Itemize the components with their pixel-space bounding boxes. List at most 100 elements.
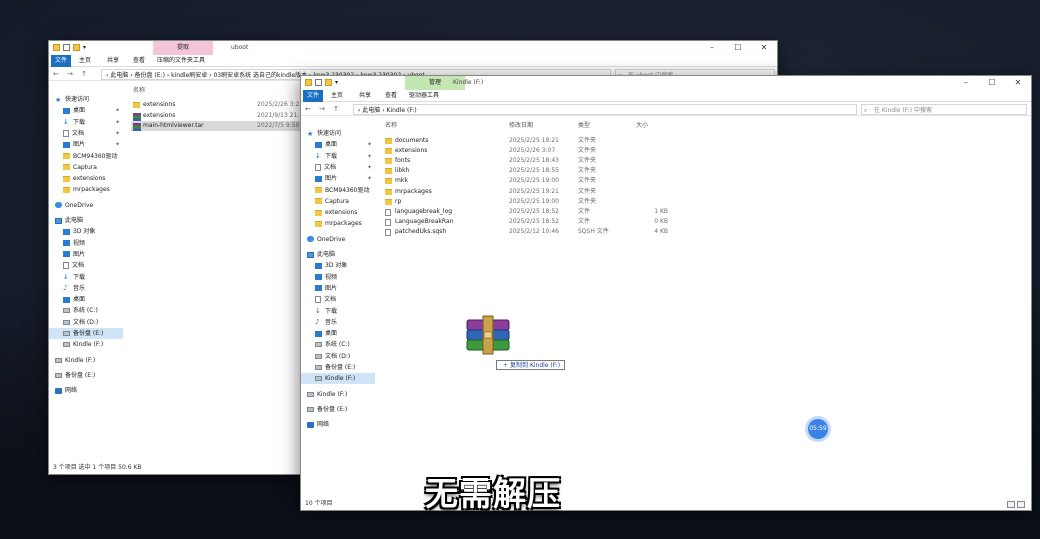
title-bar[interactable]: ▾ 提取 uboot – ☐ ✕ [49,41,777,55]
column-header-date[interactable]: 修改日期 [509,121,533,131]
column-header-type[interactable]: 类型 [578,121,590,131]
nav-item-7[interactable]: mrpackages [49,184,123,195]
nav-quick-access[interactable]: ★ 快速访问 [49,94,123,105]
nav-backup-drive[interactable]: 备份盘 (E:) [301,404,375,415]
nav-pc-item-1[interactable]: 视频 [49,238,123,249]
nav-pc-item-3[interactable]: 文档 [49,260,123,271]
nav-pc-item-6[interactable]: 桌面 [49,294,123,305]
nav-pc-item-0[interactable]: 3D 对象 [49,226,123,237]
tab-drive-tools[interactable]: 驱动器工具 [405,90,443,102]
nav-pc-item-7[interactable]: 系统 (C:) [301,339,375,350]
tab-share[interactable]: 共享 [103,55,123,67]
column-header-name[interactable]: 名称 [133,86,145,96]
nav-item-2[interactable]: 文档 ✦ [301,162,375,173]
tab-home[interactable]: 主页 [327,90,347,102]
nav-item-5[interactable]: Captura [49,162,123,173]
nav-pc-item-10[interactable]: Kindle (F:) [49,339,123,350]
winrar-archive-icon[interactable] [465,314,511,356]
explorer-window-kindle[interactable]: ▾ 管理 Kindle (F:) – ☐ ✕ 文件 主页 共享 查看 驱动器工具… [300,75,1032,511]
dropdown-icon[interactable]: ▾ [83,44,86,51]
tab-home[interactable]: 主页 [75,55,95,67]
recording-timer-badge[interactable]: 05:59 [808,419,828,439]
nav-pc-item-9[interactable]: 备份盘 (E:) [301,362,375,373]
close-icon[interactable]: ✕ [751,41,777,55]
table-row[interactable]: fonts 2025/2/25 18:43 文件夹 [383,156,673,166]
nav-pc-item-10[interactable]: Kindle (F:) [301,373,375,385]
maximize-icon[interactable]: ☐ [725,41,751,55]
nav-item-0[interactable]: 桌面 ✦ [49,105,123,116]
nav-pc-item-5[interactable]: ♪ 音乐 [49,283,123,294]
nav-item-7[interactable]: mrpackages [301,218,375,229]
nav-pc-item-4[interactable]: ↓ 下载 [301,306,375,317]
nav-this-pc[interactable]: 此电脑 [301,249,375,260]
close-icon[interactable]: ✕ [1005,76,1031,90]
nav-item-2[interactable]: 文档 ✦ [49,128,123,139]
tab-view[interactable]: 查看 [381,90,401,102]
checkbox-icon[interactable] [315,79,322,86]
table-row[interactable]: extensions 2025/2/26 3:07 文件夹 [383,146,673,156]
table-row[interactable]: mrpackages 2025/2/25 19:21 文件夹 [383,187,673,197]
nav-pc-item-1[interactable]: 视频 [301,272,375,283]
nav-item-1[interactable]: ↓ 下载 ✦ [49,117,123,128]
nav-item-1[interactable]: ↓ 下载 ✦ [301,151,375,162]
table-row[interactable]: rp 2025/2/25 19:00 文件夹 [383,197,673,207]
nav-network[interactable]: 网络 [49,385,123,396]
nav-kindle-drive[interactable]: Kindle (F:) [301,389,375,400]
address-path[interactable]: › 此电脑 › Kindle (F:) [353,104,857,115]
column-header-size[interactable]: 大小 [636,121,648,131]
nav-this-pc[interactable]: 此电脑 [49,215,123,226]
minimize-icon[interactable]: – [699,41,725,55]
nav-kindle-drive[interactable]: Kindle (F:) [49,355,123,366]
table-row[interactable]: mkk 2025/2/25 19:00 文件夹 [383,176,673,186]
nav-onedrive[interactable]: OneDrive [301,234,375,245]
nav-item-4[interactable]: BCM94360驱动 [301,185,375,196]
tab-file[interactable]: 文件 [303,90,324,102]
tab-view[interactable]: 查看 [129,55,149,67]
nav-item-6[interactable]: extensions [301,207,375,218]
tab-compressed-folder-tools[interactable]: 压缩的文件夹工具 [153,55,209,67]
minimize-icon[interactable]: – [953,76,979,90]
nav-pc-item-4[interactable]: ↓ 下载 [49,272,123,283]
context-tab-extract[interactable]: 提取 [153,41,213,55]
nav-pc-item-0[interactable]: 3D 对象 [301,260,375,271]
details-view-icon[interactable] [1007,501,1015,508]
tab-share[interactable]: 共享 [355,90,375,102]
new-folder-icon[interactable] [73,44,80,51]
checkbox-icon[interactable] [63,44,70,51]
table-row[interactable]: patchedUks.sqsh 2025/2/12 10:46 SQSH 文件 4 K… [383,227,673,237]
nav-pc-item-6[interactable]: 桌面 [301,328,375,339]
tab-file[interactable]: 文件 [51,55,72,67]
nav-pc-item-7[interactable]: 系统 (C:) [49,305,123,316]
nav-backup-drive[interactable]: 备份盘 (E:) [49,370,123,381]
large-icons-view-icon[interactable] [1017,501,1025,508]
new-folder-icon[interactable] [325,79,332,86]
nav-buttons[interactable]: ← → ↑ [53,68,90,81]
table-row[interactable]: languagebreak_log 2025/2/25 18:52 文件 1 KB [383,207,673,217]
nav-item-6[interactable]: extensions [49,173,123,184]
nav-item-3[interactable]: 图片 ✦ [49,139,123,150]
nav-pc-item-2[interactable]: 图片 [49,249,123,260]
nav-pc-item-5[interactable]: ♪ 音乐 [301,317,375,328]
nav-item-4[interactable]: BCM94360驱动 [49,151,123,162]
maximize-icon[interactable]: ☐ [979,76,1005,90]
nav-quick-access[interactable]: ★ 快速访问 [301,128,375,139]
dropdown-icon[interactable]: ▾ [335,79,338,86]
nav-pc-item-8[interactable]: 文档 (D:) [49,317,123,328]
nav-pc-item-9[interactable]: 备份盘 (E:) [49,328,123,339]
nav-onedrive[interactable]: OneDrive [49,200,123,211]
nav-pc-item-8[interactable]: 文档 (D:) [301,351,375,362]
nav-network[interactable]: 网络 [301,419,375,430]
column-header-name[interactable]: 名称 [385,121,397,131]
title-bar[interactable]: ▾ 管理 Kindle (F:) – ☐ ✕ [301,76,1031,90]
nav-pc-item-3[interactable]: 文档 [301,294,375,305]
table-row[interactable]: extensions 2025/2/26 3:28 [131,100,303,110]
search-input[interactable]: ⌕ 在 Kindle (F:) 中搜索 [861,104,1027,115]
table-row[interactable]: main-htmlviewer.tar 2022/7/5 9:50 [131,121,301,131]
nav-buttons[interactable]: ← → ↑ [305,103,342,116]
table-row[interactable]: libkh 2025/2/25 18:55 文件夹 [383,166,673,176]
nav-pc-item-2[interactable]: 图片 [301,283,375,294]
table-row[interactable]: LanguageBreakRan 2025/2/25 18:52 文件 0 KB [383,217,673,227]
nav-item-5[interactable]: Captura [301,196,375,207]
nav-item-0[interactable]: 桌面 ✦ [301,139,375,150]
nav-item-3[interactable]: 图片 ✦ [301,173,375,184]
